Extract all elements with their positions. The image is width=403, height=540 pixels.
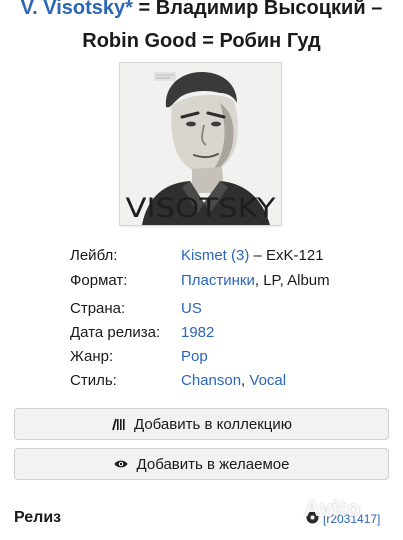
release-id-text: [r2031417]: [323, 512, 381, 526]
detail-label-format: Формат:: [70, 272, 128, 289]
release-section-heading: Релиз: [14, 509, 62, 526]
genre-link[interactable]: Pop: [181, 348, 208, 365]
album-cover-art: VISOTSKY: [120, 63, 281, 225]
detail-value-format: Пластинки, LP, Album: [181, 272, 330, 289]
detail-label-released: Дата релиза:: [70, 324, 161, 341]
style-link-chanson[interactable]: Chanson: [181, 372, 241, 389]
detail-label-style: Стиль:: [70, 372, 117, 389]
cover-title-text: VISOTSKY: [126, 193, 277, 224]
vinyl-collection-icon: [111, 418, 125, 431]
artist-link[interactable]: V. Visotsky*: [21, 0, 133, 19]
release-page: V. Visotsky* = Владимир Высоцкий – Robin…: [0, 0, 403, 540]
eye-icon: [114, 459, 128, 469]
detail-label-label: Лейбл:: [70, 247, 118, 264]
format-rest: , LP, Album: [254, 272, 330, 289]
title-line-1-rest: = Владимир Высоцкий –: [132, 0, 383, 19]
add-to-collection-button[interactable]: Добавить в коллекцию: [14, 408, 389, 440]
page-title: V. Visotsky* = Владимир Высоцкий – Robin…: [0, 0, 403, 58]
add-to-wantlist-button[interactable]: Добавить в желаемое: [14, 448, 389, 480]
add-to-collection-label: Добавить в коллекцию: [134, 415, 292, 433]
label-link[interactable]: Kismet (3): [181, 247, 249, 264]
title-line-2: Robin Good = Робин Гуд: [82, 30, 321, 52]
catalog-number: – ExK-121: [249, 247, 324, 264]
released-link[interactable]: 1982: [181, 324, 214, 341]
detail-value-label: Kismet (3) – ExK-121: [181, 247, 324, 264]
style-link-vocal[interactable]: Vocal: [249, 372, 286, 389]
disc-icon: [306, 511, 319, 527]
release-id[interactable]: [r2031417]: [306, 511, 380, 527]
detail-label-genre: Жанр:: [70, 348, 114, 365]
title-line-1: V. Visotsky* = Владимир Высоцкий –: [0, 0, 403, 25]
album-cover-image[interactable]: VISOTSKY: [120, 63, 281, 225]
detail-value-style: Chanson, Vocal: [181, 372, 286, 389]
format-link[interactable]: Пластинки: [181, 272, 255, 289]
add-to-wantlist-label: Добавить в желаемое: [136, 455, 290, 473]
country-link[interactable]: US: [181, 300, 202, 317]
detail-label-country: Страна:: [70, 300, 126, 317]
